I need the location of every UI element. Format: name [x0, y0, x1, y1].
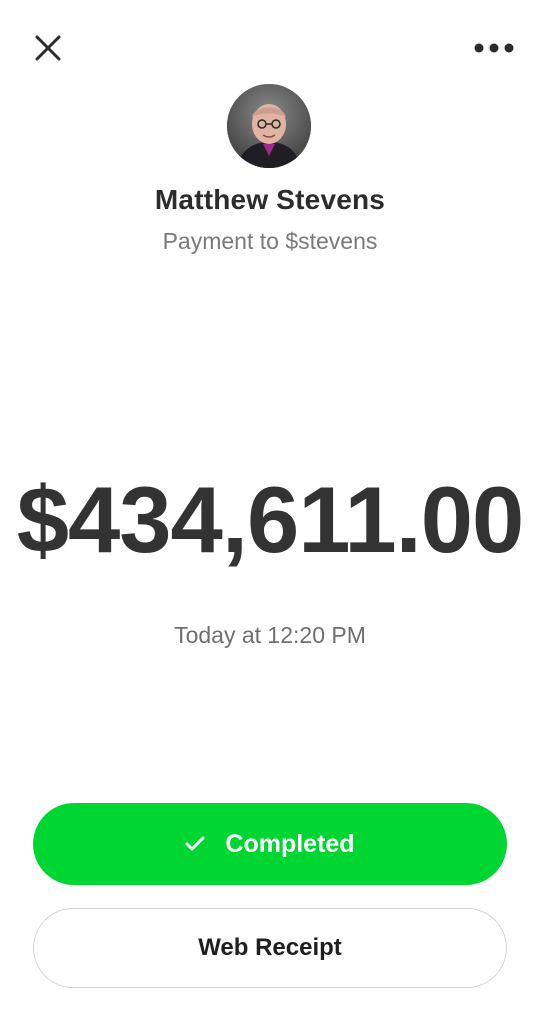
recipient-name: Matthew Stevens [154, 184, 386, 215]
profile-photo [227, 84, 311, 168]
completed-status-label: Completed [225, 829, 355, 858]
web-receipt-button[interactable]: Web Receipt [33, 908, 507, 988]
close-button[interactable] [28, 28, 68, 68]
payment-amount: $434,611.00 [16, 467, 525, 572]
more-options-button[interactable] [472, 28, 516, 68]
close-icon [35, 35, 61, 61]
more-horizontal-icon [474, 43, 514, 53]
completed-status-button[interactable]: Completed [33, 803, 507, 885]
checkmark-icon [185, 836, 205, 851]
web-receipt-label: Web Receipt [198, 934, 342, 961]
payment-recipient-handle: Payment to $stevens [162, 228, 378, 254]
avatar[interactable] [227, 84, 311, 168]
payment-timestamp: Today at 12:20 PM [174, 622, 366, 648]
